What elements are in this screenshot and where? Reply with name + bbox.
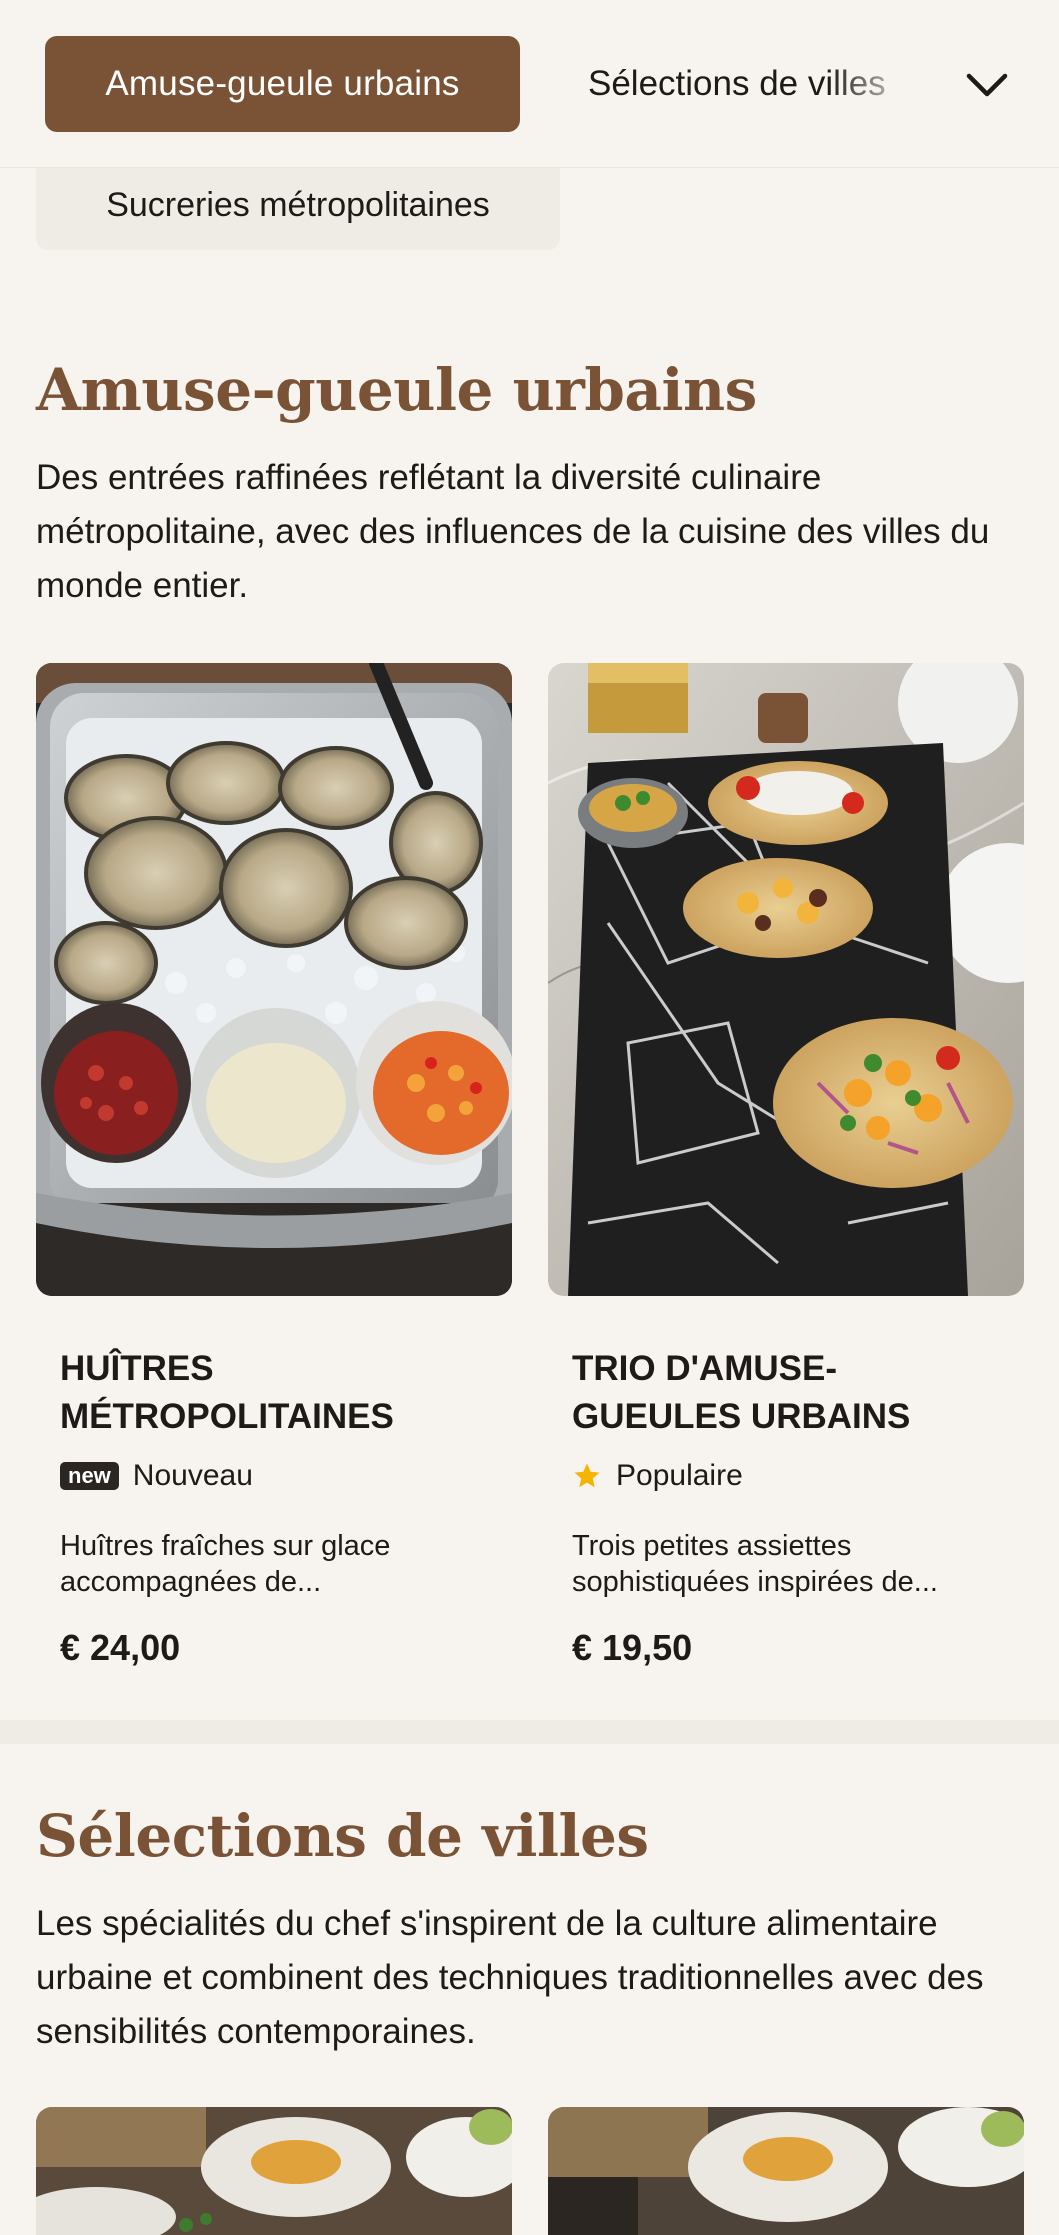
menu-item-description: Trois petites assiettes sophistiquées in… bbox=[572, 1530, 938, 1598]
item-tag-label: Nouveau bbox=[132, 1459, 253, 1492]
menu-item-price: € 19,50 bbox=[572, 1627, 693, 1668]
oysters-on-ice-photo[interactable] bbox=[36, 663, 512, 1296]
category-tab-sweets[interactable]: Sucreries métropolitaines bbox=[36, 160, 560, 250]
section-title: Amuse-gueule urbains bbox=[36, 356, 757, 424]
chevron-down-icon[interactable] bbox=[960, 58, 1014, 112]
menu-item-price: € 24,00 bbox=[60, 1627, 181, 1668]
section-description: Des entrées raffinées reflétant la diver… bbox=[36, 458, 990, 605]
dish-photo[interactable] bbox=[36, 2107, 512, 2235]
new-badge: new bbox=[60, 1462, 119, 1490]
category-nav: Amuse-gueule urbains Sélections de ville… bbox=[0, 0, 1059, 168]
menu-item-description: Huîtres fraîches sur glace accompagnées … bbox=[60, 1530, 391, 1598]
item-tag: Populaire bbox=[572, 1456, 743, 1496]
menu-item-name[interactable]: HUÎTRES MÉTROPOLITAINES bbox=[60, 1345, 480, 1441]
scroll-fade bbox=[828, 36, 918, 132]
menu-page: Amuse-gueule urbains Sélections de ville… bbox=[0, 0, 1059, 2235]
category-tab-next[interactable]: Sélections de villes bbox=[588, 36, 918, 132]
section-title: Sélections de villes bbox=[36, 1802, 649, 1870]
tostadas-on-map-board-photo[interactable] bbox=[548, 663, 1024, 1296]
section-description: Les spécialités du chef s'inspirent de l… bbox=[36, 1904, 984, 2051]
section-divider bbox=[0, 1720, 1059, 1744]
dish-photo[interactable] bbox=[548, 2107, 1024, 2235]
item-tag: new Nouveau bbox=[60, 1456, 253, 1496]
menu-item-name[interactable]: TRIO D'AMUSE-GUEULES URBAINS bbox=[572, 1345, 992, 1441]
item-tag-label: Populaire bbox=[616, 1459, 743, 1492]
category-tab-active[interactable]: Amuse-gueule urbains bbox=[45, 36, 520, 132]
star-icon bbox=[572, 1461, 602, 1491]
